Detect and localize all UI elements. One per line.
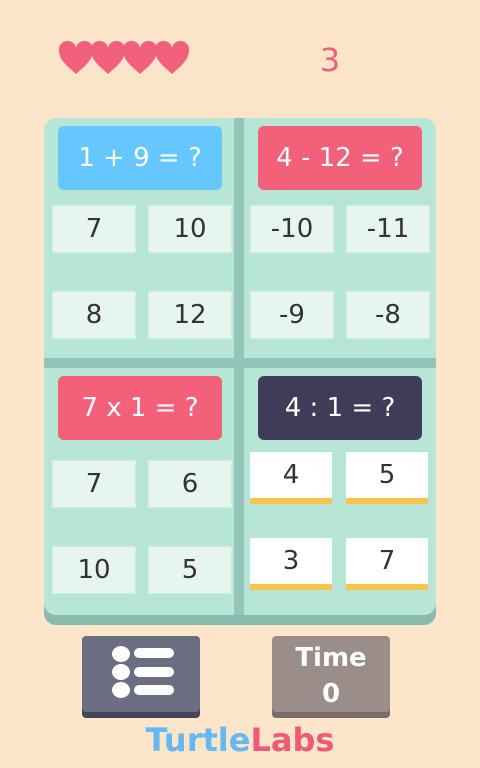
- game-board: 1 + 9 = ? 7 10 8 12 4 - 12 = ? -10 -11 -…: [44, 118, 436, 615]
- answer-button[interactable]: 4: [250, 452, 332, 498]
- answer-button[interactable]: 12: [148, 291, 232, 339]
- heart-icon: [122, 40, 158, 74]
- answer-button[interactable]: 5: [346, 452, 428, 498]
- answer-button[interactable]: 7: [52, 460, 136, 508]
- heart-icon: [154, 40, 190, 74]
- puzzle-panel-3: 7 x 1 = ? 7 6 10 5: [44, 368, 234, 615]
- brand-part-2: Labs: [250, 721, 335, 759]
- question-card: 4 : 1 = ?: [258, 376, 422, 440]
- answer-button[interactable]: 10: [52, 546, 136, 594]
- brand-logo: TurtleLabs: [0, 720, 480, 760]
- brand-part-1: Turtle: [145, 721, 251, 759]
- menu-button[interactable]: [82, 636, 200, 712]
- puzzle-panel-1: 1 + 9 = ? 7 10 8 12: [44, 118, 234, 358]
- score-counter: 3: [319, 41, 341, 79]
- answer-button[interactable]: -10: [250, 205, 334, 253]
- answer-button[interactable]: 10: [148, 205, 232, 253]
- question-card: 7 x 1 = ?: [58, 376, 222, 440]
- answer-button[interactable]: -11: [346, 205, 430, 253]
- timer-label: Time: [295, 643, 367, 673]
- timer-value: 0: [321, 679, 341, 709]
- answer-button[interactable]: 7: [346, 538, 428, 584]
- question-card: 1 + 9 = ?: [58, 126, 222, 190]
- answer-button[interactable]: 3: [250, 538, 332, 584]
- heart-icon: [58, 40, 94, 74]
- lives-indicator: [58, 40, 190, 76]
- answer-button[interactable]: -9: [250, 291, 334, 339]
- question-card: 4 - 12 = ?: [258, 126, 422, 190]
- answer-button[interactable]: 7: [52, 205, 136, 253]
- answer-button[interactable]: 5: [148, 546, 232, 594]
- timer-display: Time 0: [272, 636, 390, 712]
- answer-button[interactable]: 6: [148, 460, 232, 508]
- board-divider-horizontal: [44, 358, 436, 368]
- puzzle-panel-4: 4 : 1 = ? 4 5 3 7: [244, 368, 436, 615]
- puzzle-panel-2: 4 - 12 = ? -10 -11 -9 -8: [244, 118, 436, 358]
- answer-button[interactable]: 8: [52, 291, 136, 339]
- heart-icon: [90, 40, 126, 74]
- answer-button[interactable]: -8: [346, 291, 430, 339]
